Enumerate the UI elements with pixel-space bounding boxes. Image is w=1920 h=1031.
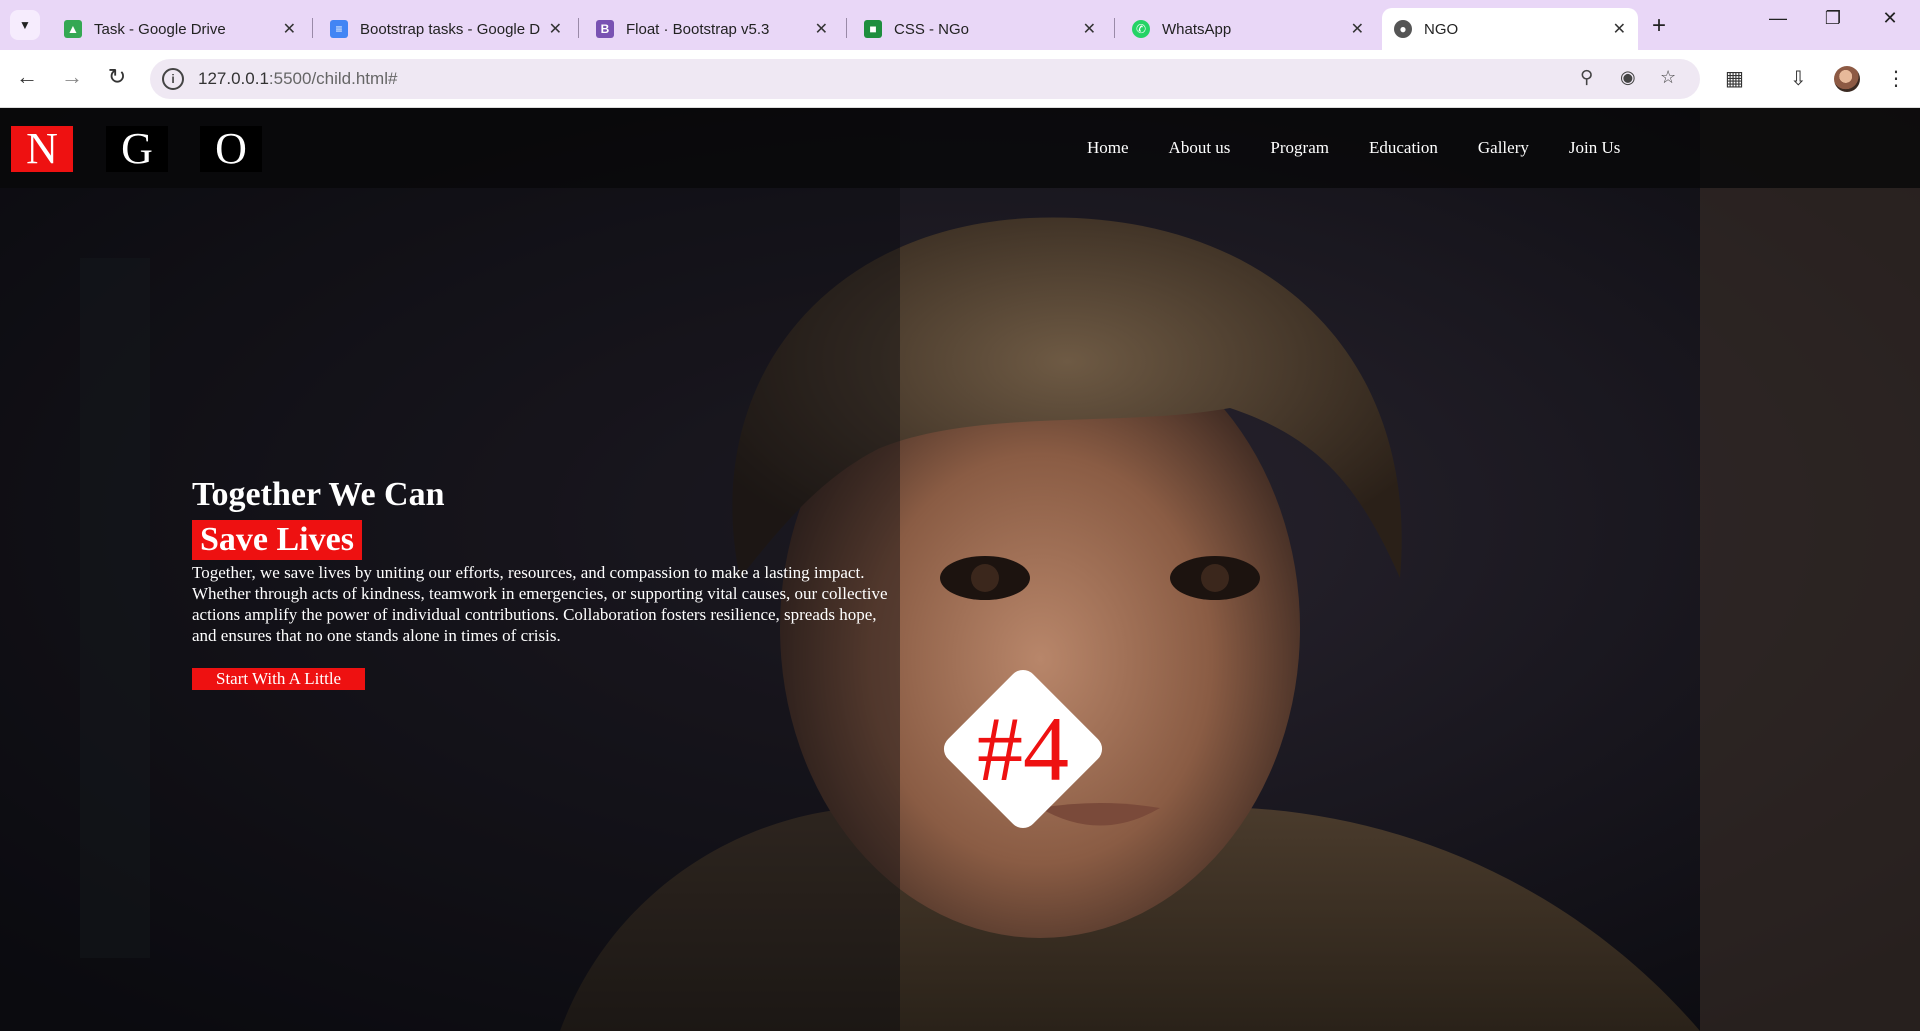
google-docs-icon: ≡: [330, 20, 348, 38]
tab-whatsapp[interactable]: ✆ WhatsApp ✕: [1120, 8, 1376, 50]
tab-title: WhatsApp: [1162, 20, 1232, 38]
restore-icon[interactable]: ❐: [1813, 8, 1853, 29]
browser-tab-strip: ▼ ▲ Task - Google Drive ✕ ≡ Bootstrap ta…: [0, 0, 1920, 50]
download-icon[interactable]: ⇩: [1790, 66, 1807, 91]
hero-content: Together We Can Save Lives Together, we …: [192, 475, 892, 690]
new-tab-icon[interactable]: +: [1652, 12, 1666, 40]
extensions-icon[interactable]: ▦: [1725, 66, 1744, 91]
address-bar[interactable]: i 127.0.0.1:5500/child.html# ⚲ ◉ ☆: [150, 59, 1700, 99]
hero-description: Together, we save lives by uniting our e…: [192, 562, 888, 645]
minimize-icon[interactable]: —: [1758, 8, 1798, 29]
eye-icon[interactable]: ◉: [1620, 67, 1636, 88]
globe-icon: ●: [1394, 20, 1412, 38]
nav-about-us[interactable]: About us: [1169, 138, 1231, 158]
tab-divider: [846, 18, 847, 38]
hero-heading: Together We Can: [192, 476, 445, 513]
tab-title: Bootstrap tasks - Google D: [360, 20, 541, 38]
tab-title: Task - Google Drive: [94, 20, 226, 38]
tab-title: CSS - NGo: [894, 20, 970, 38]
url-path: :5500/child.html#: [268, 69, 398, 88]
url-host: 127.0.0.1: [198, 69, 269, 88]
chevron-down-icon: ▼: [19, 18, 31, 32]
bootstrap-icon: B: [596, 20, 614, 38]
close-icon[interactable]: ✕: [1613, 19, 1626, 39]
url-text[interactable]: 127.0.0.1:5500/child.html#: [198, 69, 397, 89]
zoom-icon[interactable]: ⚲: [1580, 67, 1593, 88]
tab-divider: [312, 18, 313, 38]
nav-home[interactable]: Home: [1087, 138, 1129, 158]
nav-links: Home About us Program Education Gallery …: [1087, 108, 1660, 188]
browser-toolbar: ← → ↻ i 127.0.0.1:5500/child.html# ⚲ ◉ ☆…: [0, 50, 1920, 108]
close-icon[interactable]: ✕: [549, 19, 562, 39]
start-with-a-little-button[interactable]: Start With A Little: [192, 667, 366, 690]
window-close-icon[interactable]: ✕: [1870, 8, 1910, 29]
webpage: N G O Home About us Program Education Ga…: [0, 108, 1920, 1031]
badge-text: #4: [977, 698, 1069, 800]
nav-join-us[interactable]: Join Us: [1569, 138, 1620, 158]
bookmark-star-icon[interactable]: ☆: [1660, 67, 1676, 88]
logo-letter-g[interactable]: G: [106, 126, 168, 172]
close-icon[interactable]: ✕: [815, 19, 828, 39]
tab-divider: [578, 18, 579, 38]
whatsapp-icon: ✆: [1132, 20, 1150, 38]
reload-icon[interactable]: ↻: [102, 64, 132, 90]
forward-icon[interactable]: →: [57, 64, 87, 90]
tab-google-drive[interactable]: ▲ Task - Google Drive ✕: [52, 8, 308, 50]
tab-ngo[interactable]: ● NGO ✕: [1382, 8, 1638, 50]
close-icon[interactable]: ✕: [1083, 19, 1096, 39]
logo-letter-n[interactable]: N: [11, 126, 73, 172]
classroom-icon: ■: [864, 20, 882, 38]
close-icon[interactable]: ✕: [1351, 19, 1364, 39]
tab-search-button[interactable]: ▼: [10, 10, 40, 40]
nav-program[interactable]: Program: [1270, 138, 1329, 158]
menu-icon[interactable]: ⋮: [1886, 66, 1906, 91]
tab-divider: [1114, 18, 1115, 38]
tab-bootstrap[interactable]: B Float · Bootstrap v5.3 ✕: [584, 8, 840, 50]
tab-title: Float · Bootstrap v5.3: [626, 20, 770, 38]
tab-google-docs[interactable]: ≡ Bootstrap tasks - Google D ✕: [318, 8, 574, 50]
site-info-icon[interactable]: i: [162, 68, 184, 90]
nav-education[interactable]: Education: [1369, 138, 1438, 158]
site-navbar: N G O Home About us Program Education Ga…: [0, 108, 1920, 188]
tab-css-ngo[interactable]: ■ CSS - NGo ✕: [852, 8, 1108, 50]
back-icon[interactable]: ←: [12, 64, 42, 90]
close-icon[interactable]: ✕: [283, 19, 296, 39]
tab-title: NGO: [1424, 20, 1459, 38]
logo-letter-o[interactable]: O: [200, 126, 262, 172]
hero-highlight: Save Lives: [192, 519, 362, 560]
nav-gallery[interactable]: Gallery: [1478, 138, 1529, 158]
avatar[interactable]: [1834, 66, 1860, 92]
google-drive-icon: ▲: [64, 20, 82, 38]
number-badge: #4: [938, 664, 1108, 834]
